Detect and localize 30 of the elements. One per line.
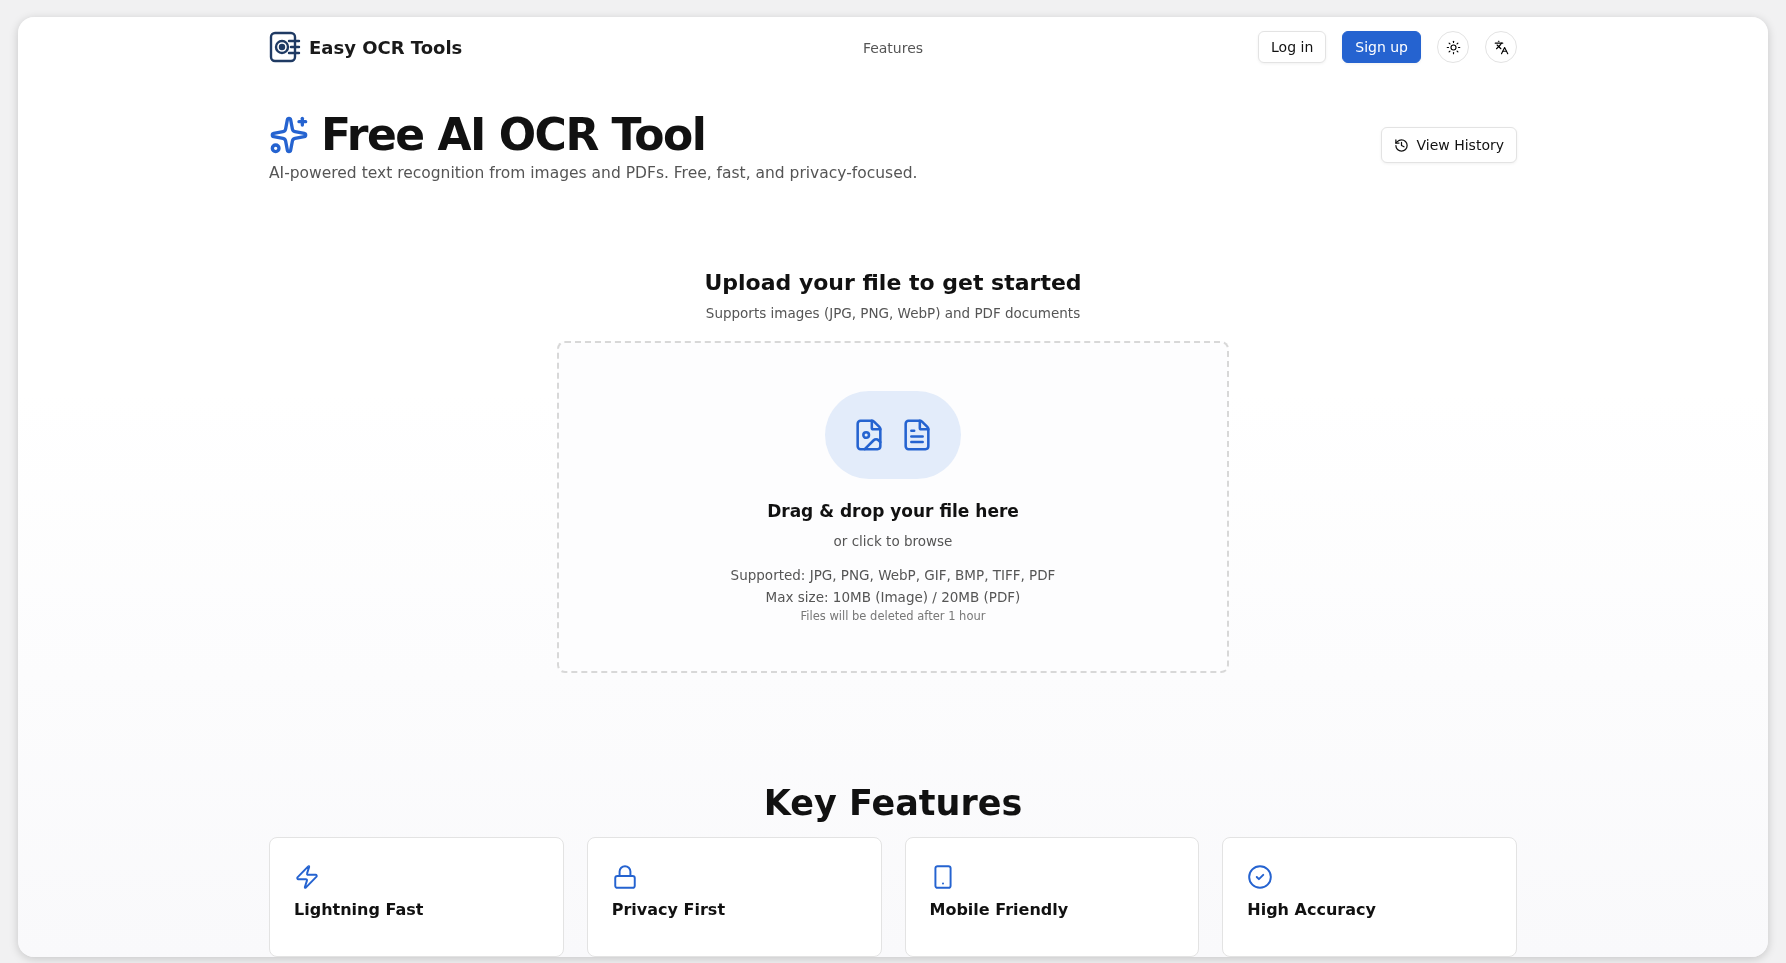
features-heading: Key Features — [762, 783, 1024, 823]
feature-title: Lightning Fast — [294, 900, 425, 919]
nav-link[interactable]: Features — [862, 39, 924, 56]
sun-icon — [1445, 39, 1461, 55]
file-dropzone[interactable]: Drag & drop your file here or click to browse Supported: JPG, PNG, WebP, GIF, BMP, TIFF, PDF Max size: 10MB (Image) / 20MB (PDF) Files will be deleted after 1 hour — [557, 341, 1229, 673]
page-subtitle: AI-powered text recognition from images and PDFs. Free, fast, and privacy-focused. — [269, 164, 918, 183]
max-size: Max size: 10MB (Image) / 20MB (PDF) — [765, 589, 1021, 606]
lock-icon — [611, 864, 638, 890]
view-history-button[interactable]: View History — [1380, 127, 1517, 164]
upload-subheading: Supports images (JPG, PNG, WebP) and PDF documents — [704, 305, 1082, 322]
theme-button[interactable] — [1437, 31, 1469, 64]
lightning-icon — [294, 864, 320, 890]
translate-icon — [1493, 39, 1509, 55]
brand-name: Easy OCR Tools — [309, 36, 463, 58]
feature-title: High Accuracy — [1247, 900, 1377, 919]
feature-title: Privacy First — [611, 900, 727, 919]
browse-hint: or click to browse — [833, 533, 953, 550]
dropzone-title: Drag & drop your file here — [767, 501, 1019, 522]
upload-heading: Upload your file to get started — [703, 270, 1083, 296]
history-icon — [1393, 137, 1409, 153]
page-title: Free AI OCR Tool — [321, 109, 706, 161]
signup-button[interactable]: Sign up — [1342, 31, 1421, 64]
retention-note: Files will be deleted after 1 hour — [800, 609, 986, 624]
login-button[interactable]: Log in — [1258, 31, 1327, 64]
language-button[interactable] — [1485, 31, 1517, 64]
supported-formats: Supported: JPG, PNG, WebP, GIF, BMP, TIFF, PDF — [730, 567, 1056, 584]
feature-title: Mobile Friendly — [929, 900, 1070, 919]
sparkle-icon — [269, 114, 309, 155]
check-circle-icon — [1247, 864, 1274, 890]
logo-icon — [269, 31, 301, 64]
